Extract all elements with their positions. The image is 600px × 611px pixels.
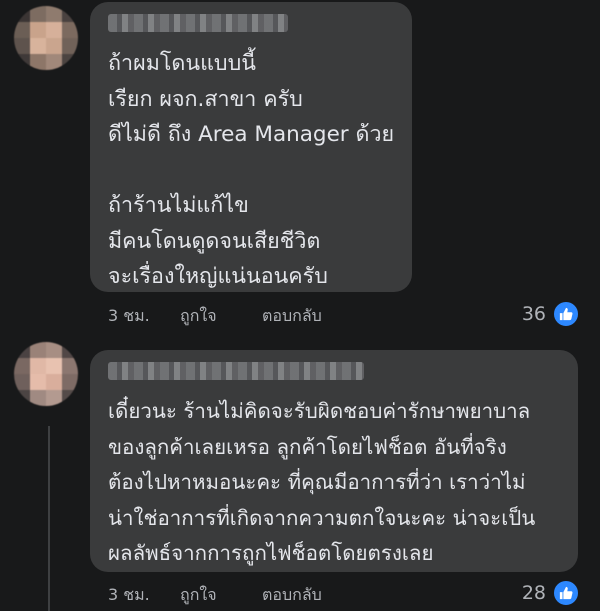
like-button[interactable]: ถูกใจ	[180, 583, 262, 608]
reaction-summary[interactable]: 28	[522, 579, 580, 607]
comment-1: ถ้าผมโดนแบบนี้ เรียก ผจก.สาขา ครับ ดีไม่…	[0, 0, 600, 340]
reaction-count: 36	[521, 303, 546, 325]
comment-bubble: เดี๋ยวนะ ร้านไม่คิดจะรับผิดชอบค่ารักษาพย…	[90, 350, 578, 572]
like-button[interactable]: ถูกใจ	[180, 304, 262, 329]
comment-actions: 3 ชม. ถูกใจ ตอบกลับ	[108, 583, 322, 608]
reply-button[interactable]: ตอบกลับ	[262, 304, 322, 329]
thumbs-up-icon	[552, 300, 580, 328]
comment-time[interactable]: 3 ชม.	[108, 583, 170, 608]
author-name-blurred[interactable]	[108, 14, 288, 32]
comment-2: เดี๋ยวนะ ร้านไม่คิดจะรับผิดชอบค่ารักษาพย…	[0, 340, 600, 611]
comment-time[interactable]: 3 ชม.	[108, 304, 170, 329]
comment-thread: ถ้าผมโดนแบบนี้ เรียก ผจก.สาขา ครับ ดีไม่…	[0, 0, 600, 611]
thread-line	[48, 426, 50, 611]
author-name-blurred[interactable]	[108, 362, 364, 380]
reaction-summary[interactable]: 36	[522, 300, 580, 328]
avatar[interactable]	[14, 342, 78, 406]
comment-text: เดี๋ยวนะ ร้านไม่คิดจะรับผิดชอบค่ารักษาพย…	[108, 399, 536, 565]
avatar[interactable]	[14, 6, 78, 70]
thumbs-up-icon	[552, 579, 580, 607]
comment-actions: 3 ชม. ถูกใจ ตอบกลับ	[108, 304, 322, 329]
comment-text: ถ้าผมโดนแบบนี้ เรียก ผจก.สาขา ครับ ดีไม่…	[108, 51, 395, 289]
reaction-count: 28	[521, 582, 546, 604]
comment-bubble: ถ้าผมโดนแบบนี้ เรียก ผจก.สาขา ครับ ดีไม่…	[90, 2, 412, 292]
reply-button[interactable]: ตอบกลับ	[262, 583, 322, 608]
